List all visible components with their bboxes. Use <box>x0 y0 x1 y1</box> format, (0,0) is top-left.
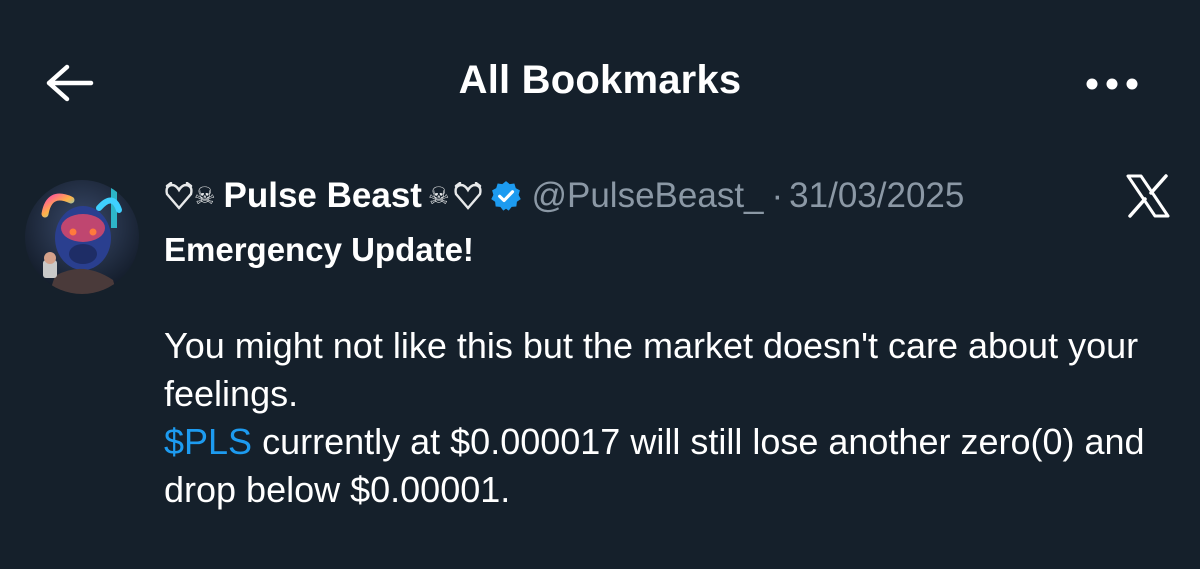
tweet-paragraph-1: You might not like this but the market d… <box>164 325 1139 414</box>
avatar[interactable] <box>25 180 139 294</box>
pointed-heart-emblem-icon <box>454 182 483 210</box>
tweet-body: Emergency Update! You might not like thi… <box>164 226 1164 514</box>
bull-avatar-icon <box>25 180 139 294</box>
tweet-headline: Emergency Update! <box>164 231 474 268</box>
author-handle[interactable]: @PulseBeast_ <box>531 176 763 216</box>
pointed-heart-emblem-icon <box>165 182 193 210</box>
skull-icon: ☠ <box>427 182 450 210</box>
tweet-paragraph-2: $PLS currently at $0.000017 will still l… <box>164 418 1164 514</box>
skull-icon: ☠ <box>194 182 216 210</box>
separator-dot: · <box>771 176 784 215</box>
page-title: All Bookmarks <box>458 58 742 102</box>
more-options-button[interactable] <box>1080 62 1144 106</box>
verified-badge-icon <box>491 181 522 211</box>
tweet-paragraph-2-text: currently at $0.000017 will still lose a… <box>164 421 1145 510</box>
ellipsis-icon <box>1086 78 1138 90</box>
author-name[interactable]: Pulse Beast <box>224 176 422 216</box>
tweet-header: ☠ Pulse Beast ☠ @PulseBeast_ · 31/03/202… <box>164 168 964 224</box>
tweet-date[interactable]: 31/03/2025 <box>789 176 964 216</box>
cashtag-link[interactable]: $PLS <box>164 421 252 462</box>
x-logo-icon <box>1126 174 1170 218</box>
top-bar: All Bookmarks <box>0 0 1200 160</box>
